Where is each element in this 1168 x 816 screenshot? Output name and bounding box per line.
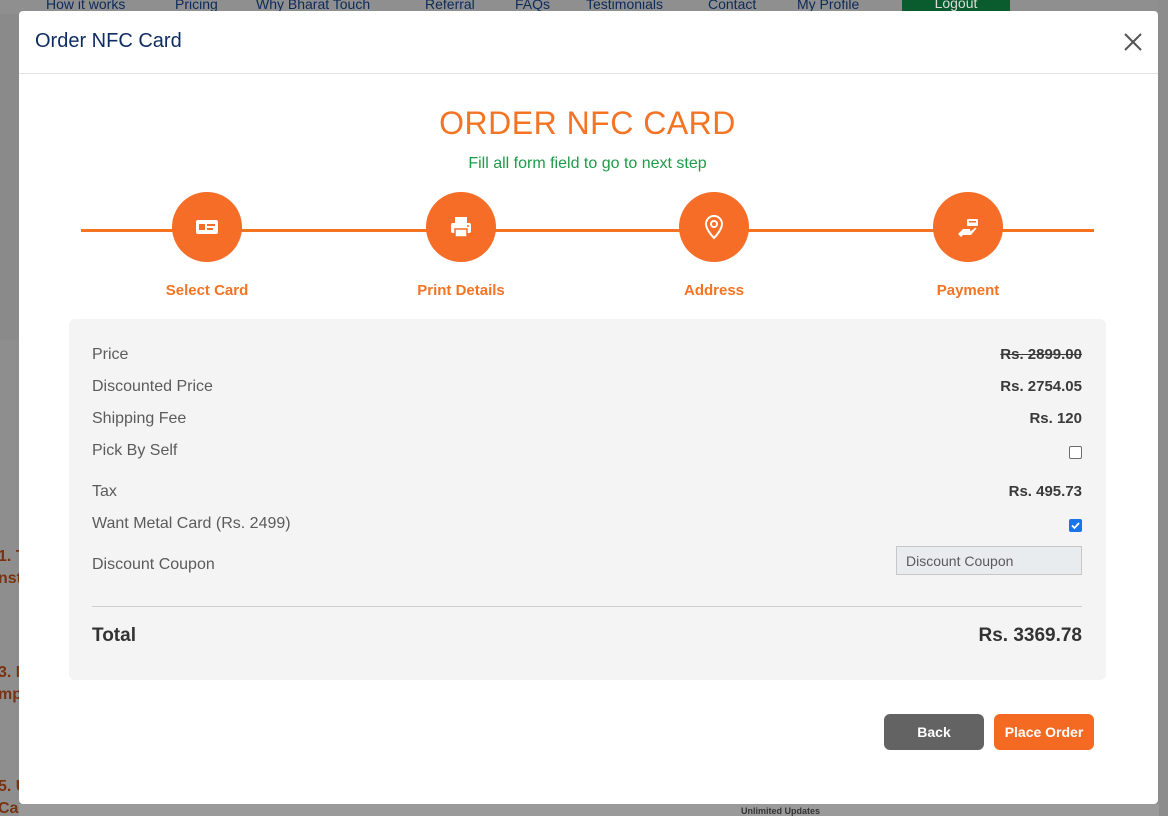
step-circle (426, 192, 496, 262)
discount-coupon-label: Discount Coupon (92, 556, 215, 573)
form-subheading: Fill all form field to go to next step (468, 155, 707, 172)
step-select-card[interactable]: Select Card (127, 192, 287, 299)
summary-divider (92, 606, 1082, 607)
modal-header: Order NFC Card (19, 11, 1158, 74)
total-value: Rs. 3369.78 (978, 625, 1082, 646)
tax-label: Tax (92, 483, 117, 500)
price-label: Price (92, 346, 129, 363)
form-heading: ORDER NFC CARD (439, 105, 736, 141)
bg-bottom-strip: Unlimited Updates (19, 804, 1159, 816)
total-label: Total (92, 625, 136, 646)
step-print-details[interactable]: Print Details (381, 192, 541, 299)
modal-title: Order NFC Card (35, 30, 182, 52)
order-summary: Price Rs. 2899.00 Discounted Price Rs. 2… (69, 319, 1106, 680)
order-nfc-card-modal: Order NFC Card ORDER NFC CARD Fill all f… (19, 11, 1158, 804)
map-pin-icon (704, 214, 724, 240)
step-label: Print Details (417, 282, 505, 299)
discounted-price-value: Rs. 2754.05 (1000, 378, 1082, 395)
step-circle (933, 192, 1003, 262)
place-order-button[interactable]: Place Order (994, 714, 1094, 750)
discounted-price-row: Discounted Price Rs. 2754.05 (92, 378, 1082, 402)
step-circle (679, 192, 749, 262)
pick-by-self-label: Pick By Self (92, 442, 178, 459)
pick-by-self-checkbox[interactable] (1069, 446, 1082, 459)
metal-card-checkbox[interactable] (1069, 519, 1082, 532)
shipping-fee-value: Rs. 120 (1029, 410, 1082, 427)
payment-hand-icon (958, 219, 978, 237)
metal-card-row: Want Metal Card (Rs. 2499) (92, 515, 1082, 539)
back-button[interactable]: Back (884, 714, 984, 750)
step-label: Select Card (165, 282, 249, 299)
step-circle (172, 192, 242, 262)
printer-icon (451, 217, 471, 238)
id-card-icon (196, 220, 218, 234)
discounted-price-label: Discounted Price (92, 378, 213, 395)
price-row: Price Rs. 2899.00 (92, 346, 1082, 370)
pick-by-self-row: Pick By Self (92, 442, 1082, 466)
close-icon (1124, 33, 1142, 51)
tax-row: Tax Rs. 495.73 (92, 483, 1082, 507)
price-value: Rs. 2899.00 (1000, 346, 1082, 363)
discount-coupon-input[interactable] (896, 546, 1082, 575)
tax-value: Rs. 495.73 (1008, 483, 1082, 500)
bg-bottom-fragment: Unlimited Updates (741, 806, 821, 816)
shipping-fee-label: Shipping Fee (92, 410, 187, 427)
step-address[interactable]: Address (634, 192, 794, 299)
step-label: Address (683, 282, 745, 299)
close-button[interactable] (1119, 28, 1147, 56)
step-label: Payment (936, 282, 1000, 299)
bg-right-strip (1158, 0, 1168, 816)
step-payment[interactable]: Payment (888, 192, 1048, 299)
checkmark-icon (1071, 522, 1080, 530)
discount-coupon-row: Discount Coupon (92, 546, 1082, 580)
metal-card-label: Want Metal Card (Rs. 2499) (92, 515, 291, 532)
shipping-fee-row: Shipping Fee Rs. 120 (92, 410, 1082, 434)
